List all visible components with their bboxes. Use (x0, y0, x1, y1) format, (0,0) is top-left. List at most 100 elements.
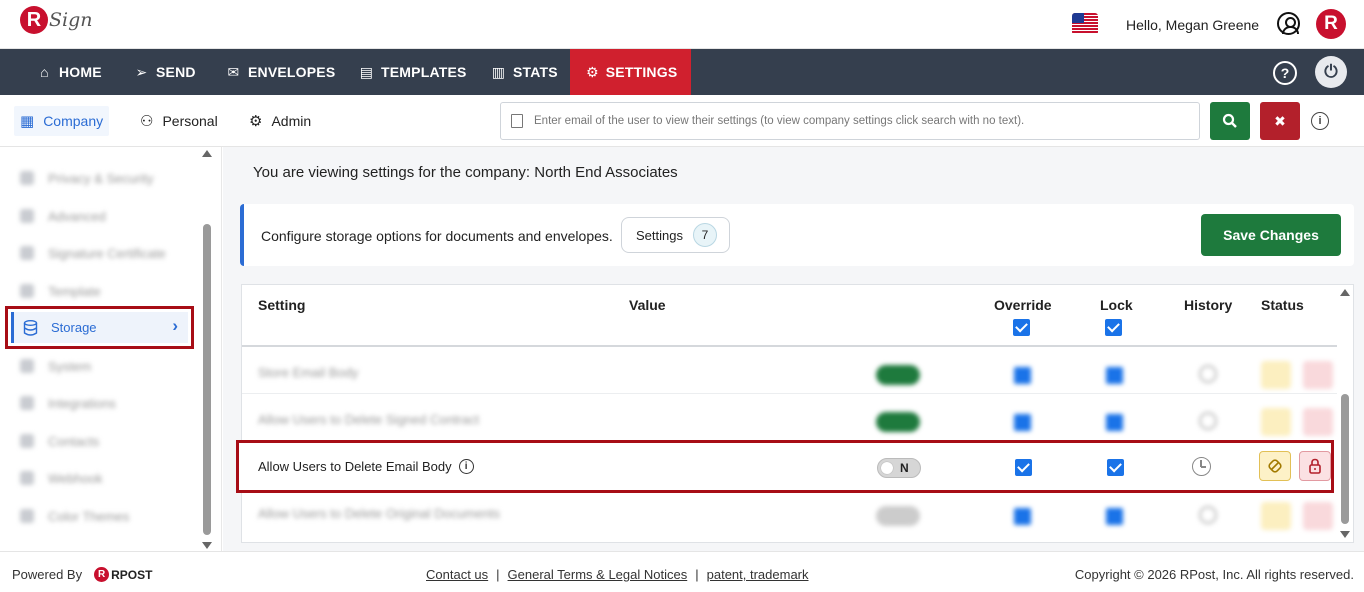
scroll-down-icon[interactable] (202, 542, 212, 549)
greeting-text: Hello, Megan Greene (1126, 17, 1260, 33)
envelope-icon: ✉ (227, 63, 240, 80)
sidebar-item-blurred[interactable]: Signature Certificate (20, 243, 166, 263)
contact-us-link[interactable]: Contact us (426, 567, 488, 582)
sidebar-item-blurred[interactable]: Webhook (20, 468, 103, 488)
header-lock: Lock (1100, 297, 1133, 313)
status-unlock-button[interactable] (1259, 451, 1291, 481)
header-history: History (1184, 297, 1233, 313)
nav-home[interactable]: ⌂ HOME (37, 49, 102, 95)
user-email-search-input[interactable] (534, 115, 1194, 127)
scroll-down-icon[interactable] (1340, 531, 1350, 538)
footer-links: Contact us | General Terms & Legal Notic… (426, 567, 809, 582)
close-icon: ✖ (1274, 112, 1286, 129)
settings-count-badge: 7 (692, 223, 717, 247)
user-profile-icon[interactable] (1277, 12, 1300, 35)
table-scroll-thumb[interactable] (1341, 394, 1349, 524)
lock-icon (1309, 458, 1321, 474)
settings-sidebar: Privacy & Security Advanced Signature Ce… (0, 147, 222, 551)
patent-trademark-link[interactable]: patent, trademark (707, 567, 809, 582)
row-divider (242, 393, 1337, 394)
nav-settings[interactable]: ⚙ SETTINGS (570, 49, 691, 95)
footer: Powered By R RPOST Contact us | General … (0, 551, 1364, 592)
storage-description: Configure storage options for documents … (261, 228, 613, 244)
value-toggle[interactable]: N (877, 458, 921, 478)
nav-templates[interactable]: ▤ TEMPLATES (359, 49, 467, 95)
footer-separator: | (695, 567, 699, 582)
override-all-checkbox[interactable] (1013, 319, 1030, 336)
uk-flag-icon[interactable] (1072, 13, 1098, 35)
info-icon[interactable]: i (1311, 112, 1329, 130)
admin-icon: ⚙ (249, 113, 263, 130)
header-divider (242, 345, 1337, 347)
nav-stats[interactable]: ▥ STATS (491, 49, 558, 95)
tab-company-label: Company (43, 113, 104, 129)
chevron-right-icon: › (172, 316, 178, 335)
nav-send[interactable]: ➢ SEND (134, 49, 196, 95)
terms-link[interactable]: General Terms & Legal Notices (508, 567, 688, 582)
header-value: Value (629, 297, 666, 313)
lock-all-checkbox[interactable] (1105, 319, 1122, 336)
person-icon: ⚇ (140, 113, 154, 130)
sidebar-item-blurred[interactable]: Advanced (20, 206, 106, 226)
sidebar-item-storage-highlight: Storage › (5, 306, 194, 349)
top-bar: R Sign Hello, Megan Greene R (0, 0, 1364, 49)
save-changes-button[interactable]: Save Changes (1201, 214, 1341, 256)
info-icon[interactable]: i (458, 459, 474, 474)
bar-chart-icon: ▥ (491, 63, 506, 80)
unlock-icon (1268, 459, 1282, 473)
table-scrollbar[interactable] (1339, 284, 1351, 543)
company-icon: ▦ (20, 113, 35, 130)
sidebar-item-blurred[interactable]: Color Themes (20, 506, 129, 526)
scroll-up-icon[interactable] (202, 150, 212, 157)
sidebar-item-storage[interactable]: Storage › (11, 312, 188, 343)
nav-home-label: HOME (59, 64, 102, 80)
power-icon[interactable]: ⏻ (1315, 56, 1347, 88)
sidebar-scrollbar[interactable] (201, 147, 213, 551)
send-icon: ➢ (135, 63, 148, 80)
storage-info-bar: Configure storage options for documents … (240, 204, 1354, 266)
header-setting: Setting (258, 297, 306, 313)
tab-company[interactable]: ▦ Company (14, 95, 110, 147)
sidebar-item-blurred[interactable]: Integrations (20, 393, 116, 413)
rpost-r-badge: R (94, 567, 110, 582)
footer-separator: | (496, 567, 500, 582)
brand-r-icon[interactable]: R (1316, 9, 1346, 39)
nav-envelopes[interactable]: ✉ ENVELOPES (226, 49, 336, 95)
header-override: Override (994, 297, 1052, 313)
clear-search-button[interactable]: ✖ (1260, 102, 1300, 140)
rpost-logo-text: RPOST (111, 567, 153, 582)
lock-checkbox[interactable] (1107, 459, 1124, 476)
gear-icon: ⚙ (586, 63, 599, 80)
rsign-logo[interactable]: R Sign (20, 6, 93, 34)
tab-admin-label: Admin (271, 113, 312, 129)
sidebar-item-storage-label: Storage (51, 320, 97, 335)
setting-label: Allow Users to Delete Email Body i (258, 459, 474, 474)
main-nav: ⌂ HOME ➢ SEND ✉ ENVELOPES ▤ TEMPLATES ▥ … (0, 49, 1364, 95)
viewing-company-text: You are viewing settings for the company… (253, 164, 678, 181)
nav-templates-label: TEMPLATES (381, 64, 467, 80)
sidebar-item-blurred[interactable]: Template (20, 281, 101, 301)
rpost-logo[interactable]: R RPOST (94, 567, 152, 582)
tab-admin[interactable]: ⚙ Admin (249, 95, 311, 147)
template-icon: ▤ (359, 63, 374, 80)
building-icon (511, 114, 523, 128)
toggle-knob (881, 462, 893, 474)
logo-r-badge: R (20, 6, 48, 34)
copyright-text: Copyright © 2026 RPost, Inc. All rights … (1074, 567, 1354, 582)
sidebar-item-blurred[interactable]: System (20, 356, 91, 376)
sidebar-item-blurred[interactable]: Privacy & Security (20, 168, 153, 188)
search-button[interactable] (1210, 102, 1250, 140)
scroll-up-icon[interactable] (1340, 289, 1350, 296)
settings-count-pill[interactable]: Settings 7 (621, 217, 730, 253)
help-icon[interactable]: ? (1273, 61, 1297, 85)
toggle-value-label: N (900, 461, 909, 475)
history-clock-icon[interactable] (1192, 457, 1211, 476)
sidebar-item-blurred[interactable]: Contacts (20, 431, 99, 451)
logo-sign-text: Sign (49, 9, 93, 31)
tab-personal-label: Personal (162, 113, 218, 129)
tab-personal[interactable]: ⚇ Personal (140, 95, 218, 147)
override-checkbox[interactable] (1015, 459, 1032, 476)
status-lock-button[interactable] (1299, 451, 1331, 481)
sidebar-scroll-thumb[interactable] (203, 224, 211, 535)
powered-by-text: Powered By (12, 567, 83, 582)
